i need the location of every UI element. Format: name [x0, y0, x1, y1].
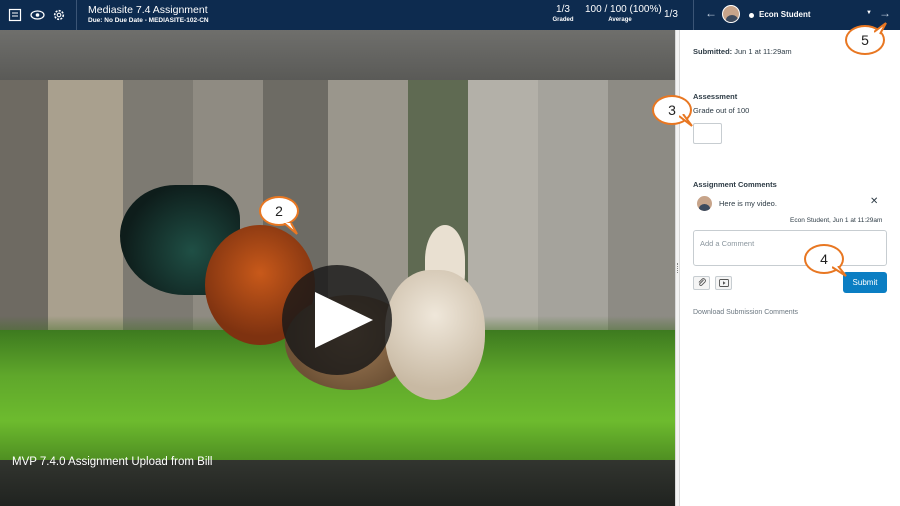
comment-meta: Econ Student, Jun 1 at 11:29am — [790, 217, 883, 224]
average-value: 100 / 100 (100%) — [585, 4, 662, 15]
comment-author-avatar — [697, 196, 712, 211]
graded-value: 1/3 — [556, 4, 570, 15]
graded-label: Graded — [552, 17, 574, 23]
next-student-arrow-icon[interactable]: → — [879, 6, 891, 20]
chevron-down-icon[interactable]: ▼ — [866, 10, 872, 16]
callout-5-tail — [874, 22, 887, 35]
fence-plank — [538, 80, 608, 340]
resize-grip-icon[interactable] — [677, 263, 678, 273]
comment-input[interactable]: Add a Comment — [693, 230, 887, 266]
eye-icon[interactable] — [29, 7, 45, 23]
header-divider — [693, 0, 694, 30]
grade-input[interactable] — [693, 123, 722, 144]
header-bar: Mediasite 7.4 Assignment Due: No Due Dat… — [0, 0, 900, 30]
paperclip-icon — [697, 274, 707, 292]
grade-label: Grade out of 100 — [693, 106, 750, 115]
comment-placeholder: Add a Comment — [700, 239, 755, 248]
callout-2-tail — [283, 223, 298, 235]
delete-comment-close-icon[interactable]: ✕ — [870, 196, 878, 207]
submitted-info: Submitted: Jun 1 at 11:29am — [693, 47, 792, 56]
student-status-dot — [749, 13, 754, 18]
grading-panel — [680, 30, 900, 506]
video-top-band — [0, 30, 675, 80]
speedgrader-window: Mediasite 7.4 Assignment Due: No Due Dat… — [0, 0, 900, 506]
fence-plank — [48, 80, 123, 340]
assignment-title: Mediasite 7.4 Assignment — [88, 4, 208, 16]
submit-comment-button[interactable]: Submit — [843, 272, 887, 293]
video-player[interactable] — [0, 30, 675, 506]
video-caption: MVP 7.4.0 Assignment Upload from Bill — [12, 456, 213, 468]
video-frame — [0, 80, 675, 460]
media-comment-button[interactable] — [715, 276, 732, 290]
assignment-subtitle: Due: No Due Date - MEDIASITE-102-CN — [88, 17, 209, 24]
attach-file-button[interactable] — [693, 276, 710, 290]
graded-stat: 1/3 Graded — [550, 4, 576, 23]
student-avatar — [722, 5, 740, 23]
average-stat: 100 / 100 (100%) Average — [585, 4, 662, 23]
submitted-label: Submitted: — [693, 47, 733, 56]
average-label: Average — [608, 17, 632, 23]
assessment-title: Assessment — [693, 92, 738, 101]
header-divider — [76, 0, 77, 30]
media-icon — [718, 274, 729, 292]
comment-text: Here is my video. — [719, 199, 777, 208]
white-hen — [385, 270, 485, 400]
play-icon[interactable] — [315, 292, 373, 348]
comments-title: Assignment Comments — [693, 180, 777, 189]
submitted-value: Jun 1 at 11:29am — [732, 47, 792, 56]
fence-plank — [0, 80, 48, 340]
student-selector[interactable]: Econ Student — [759, 10, 811, 19]
callout-4-tail — [832, 266, 847, 277]
grade-book-icon[interactable] — [7, 7, 23, 23]
callout-3-tail — [679, 114, 693, 127]
gear-icon[interactable] — [51, 7, 67, 23]
download-comments-link[interactable]: Download Submission Comments — [693, 309, 798, 316]
student-counter: 1/3 — [664, 9, 678, 20]
prev-student-arrow-icon[interactable]: ← — [705, 6, 717, 20]
callout-2: 2 — [259, 196, 299, 226]
